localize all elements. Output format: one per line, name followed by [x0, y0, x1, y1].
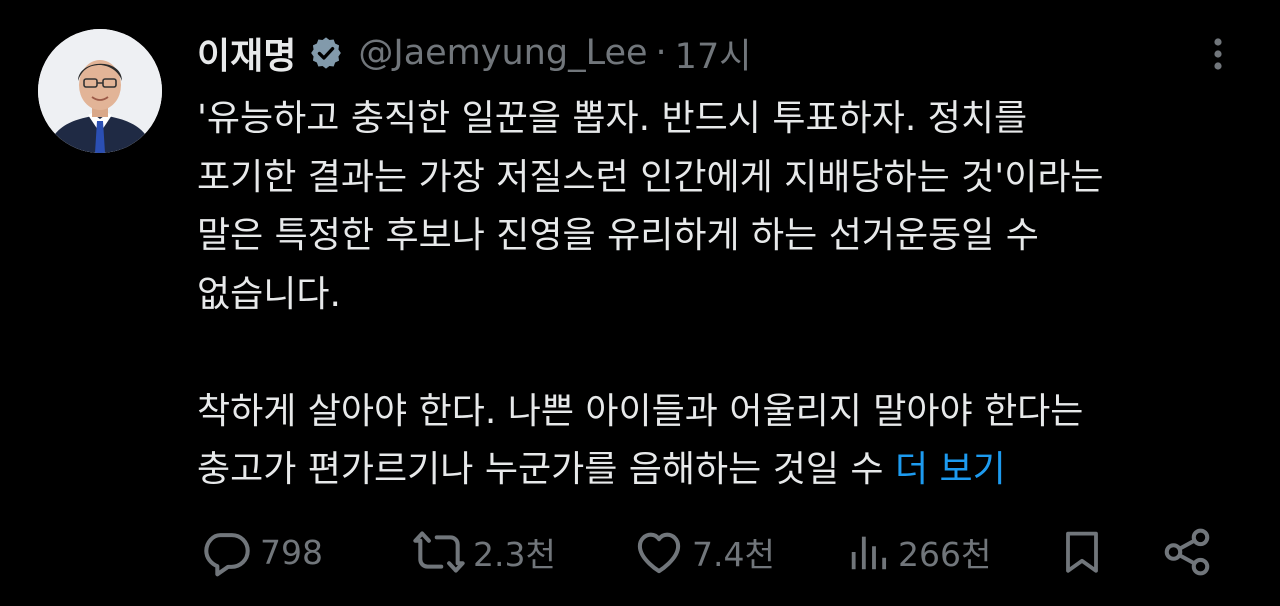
tweet-header: 이재명 @Jaemyung_Lee · 17시 — [197, 28, 751, 78]
views-count: 266천 — [898, 535, 992, 574]
views-icon — [846, 525, 892, 579]
verified-badge-icon — [308, 35, 344, 71]
tweet-text-line: 없습니다. — [197, 273, 341, 315]
retweet-icon — [411, 525, 467, 579]
tweet-text-line: 포기한 결과는 가장 저질스런 인간에게 지배당하는 것'이라는 — [197, 156, 1104, 198]
views-button[interactable]: 266천 — [846, 522, 991, 582]
share-icon — [1160, 525, 1214, 579]
tweet-text-line: 말은 특정한 후보나 진영을 유리하게 하는 선거운동일 수 — [197, 215, 1039, 256]
author-handle[interactable]: @Jaemyung_Lee — [358, 33, 647, 73]
tweet-text-fragment: 충고가 편가르기나 누군가를 음해하는 것일 수 — [197, 449, 884, 490]
more-options-icon[interactable] — [1200, 34, 1236, 74]
bookmark-button[interactable] — [1058, 522, 1106, 582]
tweet-text-line: '유능하고 충직한 일꾼을 뽑자. 반드시 투표하자. 정치를 — [197, 98, 1028, 139]
heart-icon — [632, 525, 686, 579]
retweet-count: 2.3천 — [473, 535, 556, 574]
tweet-timestamp[interactable]: 17시 — [675, 28, 752, 79]
bookmark-icon — [1058, 525, 1106, 579]
retweet-button[interactable]: 2.3천 — [411, 522, 556, 582]
tweet-text-line: 착하게 살아야 한다. 나쁜 아이들과 어울리지 말아야 한다는 — [197, 390, 1084, 432]
share-button[interactable] — [1160, 522, 1214, 582]
show-more-link[interactable]: 더 보기 — [895, 449, 1006, 490]
reply-icon — [200, 525, 254, 579]
like-count: 7.4천 — [692, 535, 775, 574]
reply-count: 798 — [260, 532, 323, 572]
reply-button[interactable]: 798 — [200, 522, 323, 582]
tweet-action-bar: 798 2.3천 7.4천 266천 — [0, 522, 1280, 582]
tweet-text: '유능하고 충직한 일꾼을 뽑자. 반드시 투표하자. 정치를 포기한 결과는 … — [197, 90, 1237, 500]
tweet-text-line: 충고가 편가르기나 누군가를 음해하는 것일 수 더 보기 — [197, 441, 1237, 500]
author-name[interactable]: 이재명 — [197, 27, 296, 79]
profile-photo — [38, 29, 162, 153]
like-button[interactable]: 7.4천 — [632, 522, 775, 582]
header-separator: · — [655, 33, 667, 73]
avatar[interactable] — [38, 29, 162, 153]
